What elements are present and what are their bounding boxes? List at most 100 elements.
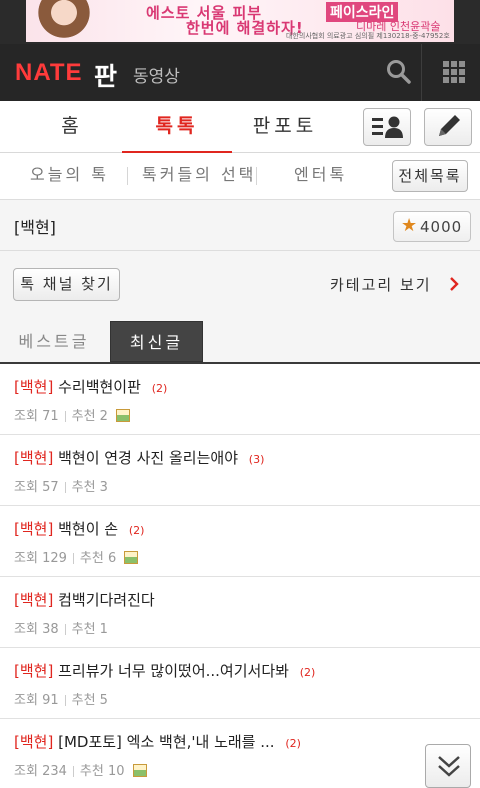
my-page-button[interactable] <box>363 108 411 146</box>
recommend-count: 3 <box>99 480 108 495</box>
post-meta: 조회 57 추천 3 <box>14 476 108 495</box>
search-button[interactable] <box>376 44 422 101</box>
favorite-count: 4000 <box>420 218 463 236</box>
views-label: 조회 <box>14 409 38 424</box>
subtab-talkers-choice[interactable]: 톡커들의 선택 <box>142 153 256 199</box>
post-title[interactable]: [백현] 수리백현이판 (2) <box>14 376 167 397</box>
main-tabs: 홈 톡톡 판포토 <box>0 101 480 154</box>
tab-best-posts[interactable]: 베스트글 <box>0 321 108 362</box>
recommend-label: 추천 <box>71 480 96 495</box>
post-title[interactable]: [백현] 백현이 손 (2) <box>14 518 144 539</box>
post-title-text: 백현이 손 <box>58 520 119 538</box>
comment-count: (3) <box>248 453 265 466</box>
views-label: 조회 <box>14 480 38 495</box>
image-attachment-icon <box>132 764 147 777</box>
favorite-button[interactable]: ★ 4000 <box>393 211 471 242</box>
views-count: 129 <box>42 551 67 566</box>
recommend-label: 추천 <box>71 622 96 637</box>
ad-model-photo <box>34 0 94 42</box>
post-title[interactable]: [백현] 백현이 연경 사진 올리는애야 (3) <box>14 447 264 468</box>
post-tag: [백현] <box>14 662 54 680</box>
find-channel-button[interactable]: 톡 채널 찾기 <box>13 268 120 301</box>
top-bar: NATE 판 동영상 <box>0 44 480 101</box>
menu-button[interactable] <box>432 44 480 101</box>
chevron-right-icon[interactable] <box>449 277 459 291</box>
channel-header: [백현] ★ 4000 <box>0 200 480 251</box>
post-meta: 조회 129 추천 6 <box>14 547 139 566</box>
recommend-label: 추천 <box>79 764 104 779</box>
recommend-count: 10 <box>107 764 125 779</box>
sub-tabs: 오늘의 톡 톡커들의 선택 엔터톡 전체목록 <box>0 153 480 200</box>
channel-tools: 톡 채널 찾기 카테고리 보기 <box>0 251 480 321</box>
post-title-text: 프리뷰가 너무 많이떴어...여기서다봐 <box>58 662 289 680</box>
comment-count: (2) <box>128 524 145 537</box>
post-title[interactable]: [백현] [MD포토] 엑소 백현,'내 노래를 ... (2) <box>14 731 301 752</box>
post-meta: 조회 91 추천 5 <box>14 689 108 708</box>
star-icon: ★ <box>401 215 418 236</box>
post-title-text: [MD포토] 엑소 백현,'내 노래를 ... <box>58 733 275 751</box>
subtab-enter-talk[interactable]: 엔터톡 <box>294 153 347 199</box>
divider <box>127 167 128 185</box>
views-count: 71 <box>42 409 59 424</box>
ad-image[interactable]: 에스토 서울 피부 한번에 해결하자! 페이스라인 디마레 인천윤곽술 대한의사… <box>26 0 454 42</box>
post-title[interactable]: [백현] 컴백기다려진다 <box>14 589 155 610</box>
full-list-button[interactable]: 전체목록 <box>392 160 468 192</box>
nate-logo[interactable]: NATE <box>15 59 83 87</box>
comment-count: (2) <box>299 666 316 679</box>
recommend-count: 6 <box>107 551 117 566</box>
tab-pan-photo[interactable]: 판포토 <box>240 101 330 153</box>
views-count: 234 <box>42 764 67 779</box>
views-label: 조회 <box>14 551 38 566</box>
grid-menu-icon <box>443 61 465 83</box>
ad-disclaimer: 대한의사협회 의료광고 심의필 제130218-중-47952호 <box>286 32 450 40</box>
list-tabs: 베스트글 최신글 <box>0 321 480 364</box>
pan-logo[interactable]: 판 <box>94 57 117 93</box>
post-title-text: 컴백기다려진다 <box>58 591 155 609</box>
views-label: 조회 <box>14 693 38 708</box>
subtab-today-talk[interactable]: 오늘의 톡 <box>30 153 109 199</box>
views-count: 38 <box>42 622 59 637</box>
post-tag: [백현] <box>14 591 54 609</box>
search-icon <box>387 60 411 84</box>
list-item[interactable]: [백현] [MD포토] 엑소 백현,'내 노래를 ... (2) 조회 234 추… <box>0 719 480 788</box>
recommend-count: 5 <box>99 693 108 708</box>
recommend-label: 추천 <box>71 409 96 424</box>
post-meta: 조회 38 추천 1 <box>14 618 108 637</box>
recommend-count: 1 <box>99 622 108 637</box>
tab-talk[interactable]: 톡톡 <box>122 101 232 154</box>
list-item[interactable]: [백현] 백현이 연경 사진 올리는애야 (3) 조회 57 추천 3 <box>0 435 480 506</box>
category-link[interactable]: 카테고리 보기 <box>330 274 432 295</box>
pencil-icon <box>439 115 460 136</box>
image-attachment-icon <box>124 551 139 564</box>
list-item[interactable]: [백현] 프리뷰가 너무 많이떴어...여기서다봐 (2) 조회 91 추천 5 <box>0 648 480 719</box>
recommend-count: 2 <box>99 409 108 424</box>
post-title-text: 수리백현이판 <box>58 378 141 396</box>
post-tag: [백현] <box>14 378 54 396</box>
post-title-text: 백현이 연경 사진 올리는애야 <box>58 449 238 467</box>
double-chevron-down-icon <box>438 756 460 777</box>
list-item[interactable]: [백현] 컴백기다려진다 조회 38 추천 1 <box>0 577 480 648</box>
views-label: 조회 <box>14 764 38 779</box>
post-tag: [백현] <box>14 520 54 538</box>
image-attachment-icon <box>116 409 131 422</box>
views-count: 57 <box>42 480 59 495</box>
scroll-down-button[interactable] <box>425 744 471 788</box>
post-list: [백현] 수리백현이판 (2) 조회 71 추천 2 [백현] 백현이 연경 사진… <box>0 364 480 788</box>
channel-name: [백현] <box>14 218 56 237</box>
post-tag: [백현] <box>14 733 54 751</box>
list-item[interactable]: [백현] 백현이 손 (2) 조회 129 추천 6 <box>0 506 480 577</box>
list-item[interactable]: [백현] 수리백현이판 (2) 조회 71 추천 2 <box>0 364 480 435</box>
tab-new-posts[interactable]: 최신글 <box>110 321 203 362</box>
views-label: 조회 <box>14 622 38 637</box>
recommend-label: 추천 <box>79 551 104 566</box>
write-button[interactable] <box>424 108 472 146</box>
ad-banner[interactable]: 에스토 서울 피부 한번에 해결하자! 페이스라인 디마레 인천윤곽술 대한의사… <box>0 0 480 44</box>
video-link[interactable]: 동영상 <box>133 62 180 87</box>
post-title[interactable]: [백현] 프리뷰가 너무 많이떴어...여기서다봐 (2) <box>14 660 315 681</box>
tab-home[interactable]: 홈 <box>42 101 102 153</box>
views-count: 91 <box>42 693 59 708</box>
post-meta: 조회 234 추천 10 <box>14 760 147 779</box>
divider <box>256 167 257 185</box>
user-list-icon <box>372 116 403 138</box>
post-meta: 조회 71 추천 2 <box>14 405 131 424</box>
